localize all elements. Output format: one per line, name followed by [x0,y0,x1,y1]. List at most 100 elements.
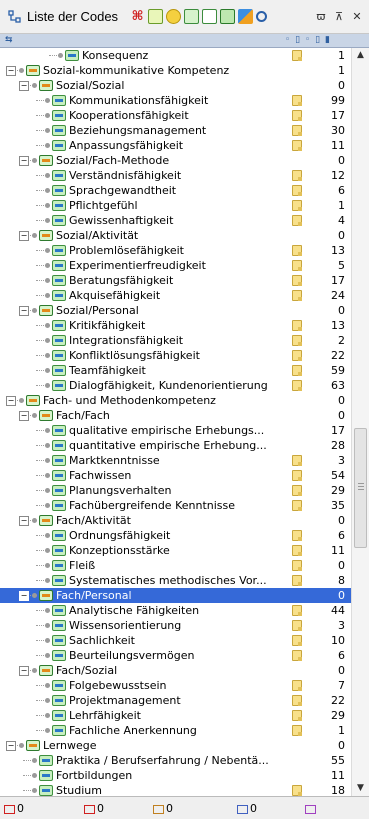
tree-code-row[interactable]: Planungsverhalten 29 [0,483,351,498]
activation-dot[interactable] [45,368,50,373]
collapse-toggle[interactable]: − [19,231,29,241]
tree-code-row[interactable]: qualitative empirische Erhebungs... 17 [0,423,351,438]
memo-icon[interactable] [292,200,302,211]
new-code-icon[interactable] [148,9,164,24]
tree-code-row[interactable]: Konsequenz 1 [0,48,351,63]
collapse-toggle[interactable]: − [19,516,29,526]
memo-icon[interactable] [292,260,302,271]
tree-folder-row[interactable]: − Fach/Personal 0 [0,588,351,603]
smiley-icon[interactable] [166,9,182,24]
tree-folder-row[interactable]: − Sozial/Aktivität 0 [0,228,351,243]
tree-code-row[interactable]: Marktkenntnisse 3 [0,453,351,468]
collapse-toggle[interactable]: − [19,81,29,91]
activation-dot[interactable] [45,653,50,658]
minimize-button[interactable]: ⊼ [333,10,345,23]
activation-dot[interactable] [45,293,50,298]
memo-icon[interactable] [292,185,302,196]
memo-icon[interactable] [292,140,302,151]
scroll-down-arrow-icon[interactable]: ▼ [352,781,369,796]
activation-dot[interactable] [45,113,50,118]
tree-code-row[interactable]: Beratungsfähigkeit 17 [0,273,351,288]
memo-icon[interactable] [292,350,302,361]
memo-icon[interactable] [292,170,302,181]
scroll-up-arrow-icon[interactable]: ▲ [352,48,369,63]
tree-code-row[interactable]: Konfliktlösungsfähigkeit 22 [0,348,351,363]
tree-code-row[interactable]: quantitative empirische Erhebung... 28 [0,438,351,453]
activation-dot[interactable] [45,473,50,478]
tree-code-row[interactable]: Akquisefähigkeit 24 [0,288,351,303]
memo-icon[interactable] [292,635,302,646]
activation-dot[interactable] [45,623,50,628]
activation-dot[interactable] [45,713,50,718]
activation-dot[interactable] [45,638,50,643]
activation-dot[interactable] [45,383,50,388]
mark-icon[interactable] [238,9,254,24]
search-icon[interactable] [256,11,268,22]
tree-folder-row[interactable]: − Sozial/Fach-Methode 0 [0,153,351,168]
tree-code-row[interactable]: Anpassungsfähigkeit 11 [0,138,351,153]
tree-folder-row[interactable]: − Fach/Sozial 0 [0,663,351,678]
memo-icon[interactable] [292,605,302,616]
tree-code-row[interactable]: Analytische Fähigkeiten 44 [0,603,351,618]
activation-dot[interactable] [32,758,37,763]
memo-icon[interactable] [292,470,302,481]
memo-icon[interactable] [292,560,302,571]
activation-dot[interactable] [32,83,37,88]
memo-icon[interactable] [292,95,302,106]
activation-dot[interactable] [45,443,50,448]
tree-folder-row[interactable]: − Sozial/Personal 0 [0,303,351,318]
memo-icon[interactable] [292,785,302,796]
tree-code-row[interactable]: Studium 18 [0,783,351,796]
tree-code-row[interactable]: Systematisches methodisches Vor... 8 [0,573,351,588]
tree-code-row[interactable]: Dialogfähigkeit, Kundenorientierung 63 [0,378,351,393]
activation-dot[interactable] [19,68,24,73]
activation-dot[interactable] [45,218,50,223]
memo-icon[interactable] [292,710,302,721]
activation-dot[interactable] [45,98,50,103]
collapse-toggle[interactable]: − [19,411,29,421]
activation-dot[interactable] [45,458,50,463]
memo-icon[interactable] [292,650,302,661]
tree-code-row[interactable]: Beziehungsmanagement 30 [0,123,351,138]
activation-dot[interactable] [45,173,50,178]
activation-dot[interactable] [32,593,37,598]
tree-code-row[interactable]: Sprachgewandtheit 6 [0,183,351,198]
collapse-toggle[interactable]: − [19,156,29,166]
activation-dot[interactable] [45,563,50,568]
activation-dot[interactable] [45,608,50,613]
memo-icon[interactable] [292,575,302,586]
activation-dot[interactable] [32,518,37,523]
memo-icon[interactable] [292,725,302,736]
memo-icon[interactable] [292,365,302,376]
activation-dot[interactable] [45,698,50,703]
link-codes-icon[interactable]: ⌘ [130,9,145,24]
code-tree[interactable]: Konsequenz 1 − Sozial-kommunikative Kompete… [0,48,351,796]
export-icon[interactable] [202,9,218,24]
activation-dot[interactable] [45,278,50,283]
activation-dot[interactable] [45,578,50,583]
tree-code-row[interactable]: Teamfähigkeit 59 [0,363,351,378]
memo-icon[interactable] [292,455,302,466]
activation-dot[interactable] [58,53,63,58]
tree-code-row[interactable]: Wissensorientierung 3 [0,618,351,633]
tree-code-row[interactable]: Integrationsfähigkeit 2 [0,333,351,348]
activation-dot[interactable] [32,668,37,673]
collapse-toggle[interactable]: − [19,666,29,676]
tree-code-row[interactable]: Praktika / Berufserfahrung / Nebentä... 5… [0,753,351,768]
tree-folder-row[interactable]: − Fach/Aktivität 0 [0,513,351,528]
memo-icon[interactable] [292,290,302,301]
memo-icon[interactable] [292,380,302,391]
collapse-toggle[interactable]: − [6,741,16,751]
memo-icon[interactable] [292,620,302,631]
tree-code-row[interactable]: Fleiß 0 [0,558,351,573]
memo-icon[interactable] [292,110,302,121]
tree-code-row[interactable]: Fortbildungen 11 [0,768,351,783]
activation-dot[interactable] [45,428,50,433]
memo-icon[interactable] [292,125,302,136]
tree-code-row[interactable]: Experimentierfreudigkeit 5 [0,258,351,273]
collapse-toggle[interactable]: − [6,396,16,406]
activation-dot[interactable] [45,263,50,268]
tree-folder-row[interactable]: − Sozial-kommunikative Kompetenz 1 [0,63,351,78]
undock-button[interactable]: ϖ [315,10,327,23]
activation-dot[interactable] [32,308,37,313]
